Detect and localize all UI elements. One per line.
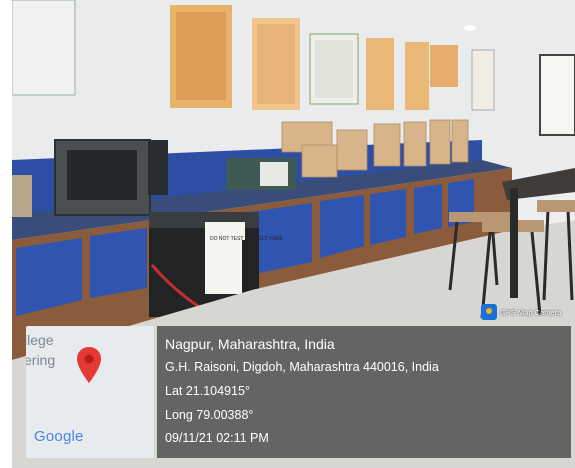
google-logo-text: Google — [34, 428, 84, 445]
map-label-line1: llege — [26, 332, 54, 348]
map-thumbnail: llege ering Google — [26, 326, 154, 458]
app-badge: GPS Map Camera — [481, 304, 561, 320]
notice-paper — [205, 222, 245, 294]
google-logo: Google — [34, 428, 84, 445]
app-badge-label: GPS Map Camera — [500, 307, 562, 317]
latitude: Lat 21.104915° — [165, 384, 250, 398]
map-pin-icon — [77, 347, 101, 383]
geotagged-photo: DO NOT TEST PERFECT FREE llege ering Goo… — [0, 0, 575, 468]
geotag-info-panel: Nagpur, Maharashtra, India G.H. Raisoni,… — [157, 326, 571, 458]
datetime: 09/11/21 02:11 PM — [165, 431, 269, 445]
city-line: Nagpur, Maharashtra, India — [165, 336, 335, 352]
address-line: G.H. Raisoni, Digdoh, Maharashtra 440016… — [165, 360, 439, 374]
camera-app-icon — [481, 304, 497, 320]
longitude: Long 79.00388° — [165, 408, 254, 422]
map-label-line2: ering — [26, 352, 56, 368]
